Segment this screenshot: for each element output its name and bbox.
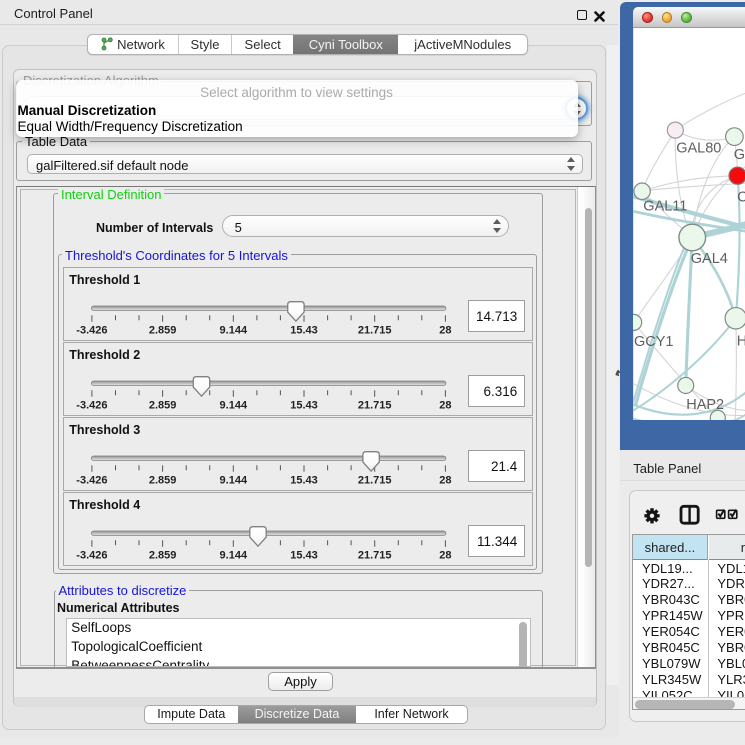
svg-text:-3.426: -3.426	[77, 324, 108, 336]
svg-text:15.43: 15.43	[291, 324, 319, 336]
svg-text:2.859: 2.859	[149, 474, 177, 486]
svg-text:28: 28	[440, 549, 452, 561]
svg-text:15.43: 15.43	[291, 549, 319, 561]
svg-text:-3.426: -3.426	[77, 399, 108, 411]
svg-text:9.144: 9.144	[220, 324, 248, 336]
svg-text:GA: GA	[733, 147, 745, 163]
svg-text:GAL80: GAL80	[676, 140, 721, 156]
svg-text:9.144: 9.144	[220, 399, 248, 411]
svg-text:15.43: 15.43	[291, 399, 319, 411]
svg-text:2.859: 2.859	[149, 399, 177, 411]
svg-text:H: H	[736, 333, 745, 349]
svg-text:GAL11: GAL11	[643, 198, 687, 214]
svg-text:21.715: 21.715	[358, 399, 392, 411]
svg-text:-3.426: -3.426	[77, 474, 108, 486]
svg-text:C: C	[737, 189, 745, 205]
svg-text:9.144: 9.144	[220, 474, 248, 486]
svg-text:28: 28	[440, 399, 452, 411]
svg-text:-3.426: -3.426	[77, 549, 108, 561]
svg-text:21.715: 21.715	[358, 474, 392, 486]
svg-text:28: 28	[440, 324, 452, 336]
svg-text:28: 28	[440, 474, 452, 486]
svg-text:2.859: 2.859	[149, 549, 177, 561]
svg-text:2.859: 2.859	[149, 324, 177, 336]
svg-text:15.43: 15.43	[291, 474, 319, 486]
svg-text:21.715: 21.715	[358, 324, 392, 336]
svg-text:GAL4: GAL4	[690, 250, 727, 266]
svg-text:9.144: 9.144	[220, 549, 248, 561]
svg-text:HAP2: HAP2	[686, 396, 724, 412]
svg-text:GCY1: GCY1	[633, 333, 673, 349]
svg-text:21.715: 21.715	[358, 549, 392, 561]
